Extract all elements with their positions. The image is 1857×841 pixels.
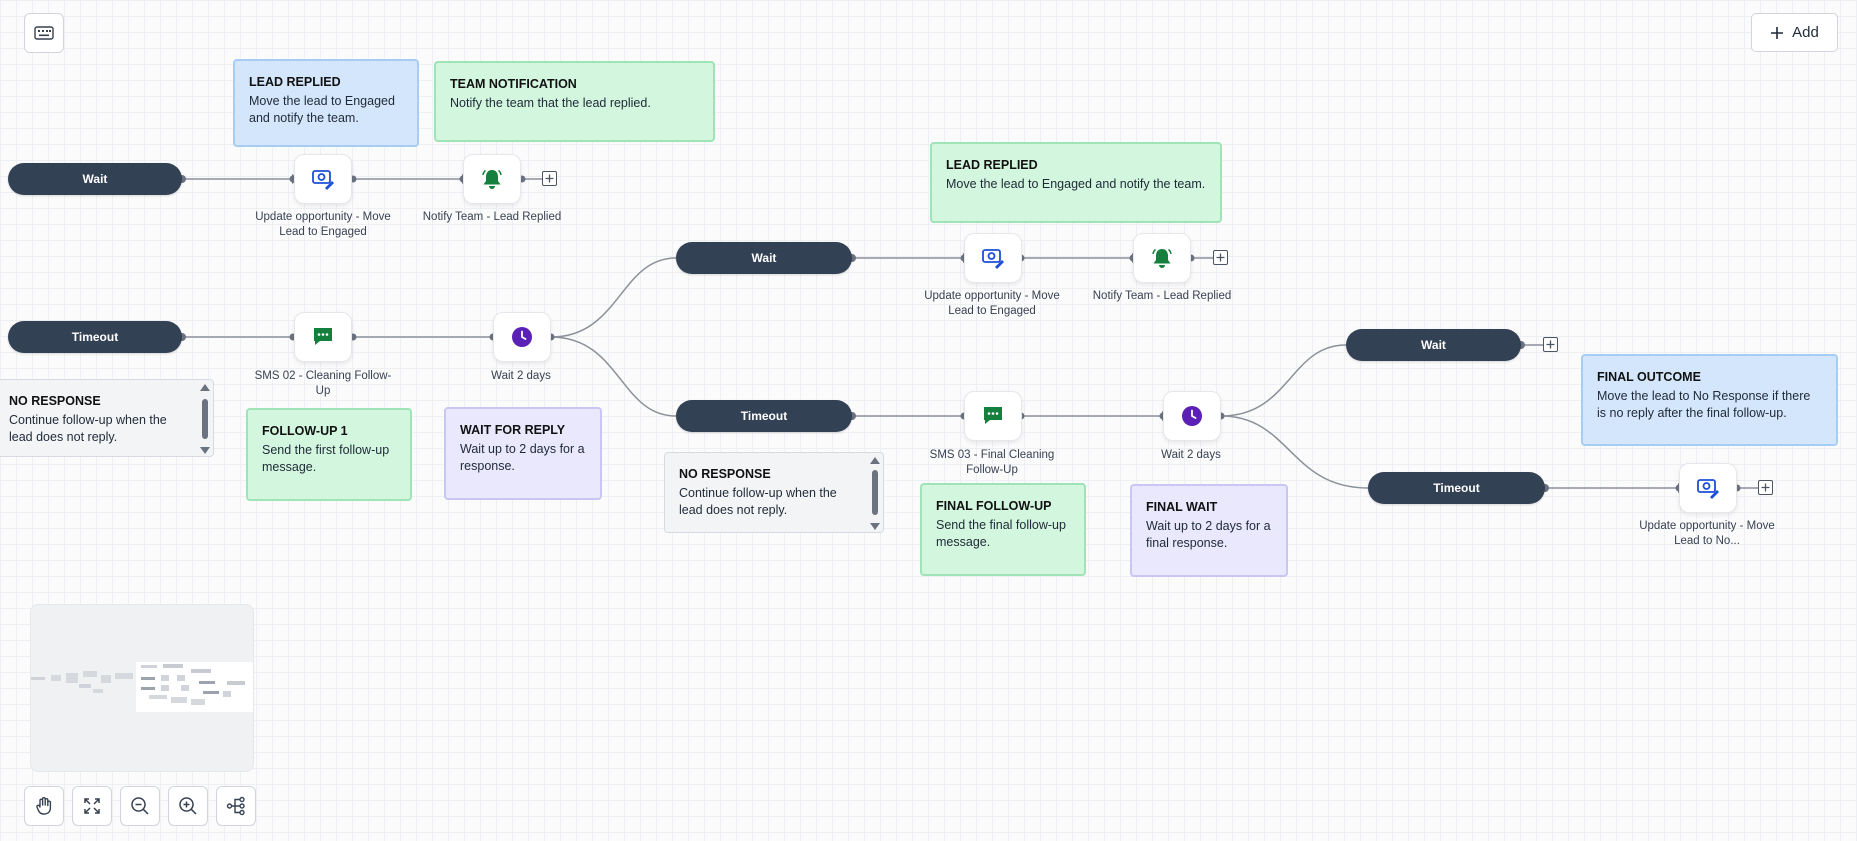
wait-node[interactable] — [1163, 391, 1221, 441]
node-label: Wait 2 days — [491, 370, 551, 382]
plus-icon — [545, 174, 554, 183]
node-label: Update opportunity - Move Lead to Engage… — [255, 211, 391, 238]
add-step-button[interactable] — [542, 171, 557, 186]
note-title: FINAL WAIT — [1146, 500, 1218, 514]
auto-layout-icon — [226, 796, 245, 816]
zoom-in-icon — [179, 797, 197, 815]
fit-view-button[interactable] — [72, 786, 112, 826]
add-button[interactable]: Add — [1751, 13, 1838, 52]
note-team-notification[interactable]: TEAM NOTIFICATION Notify the team that t… — [434, 61, 715, 142]
note-no-response-2[interactable]: NO RESPONSE Continue follow-up when the … — [664, 452, 884, 533]
sms-node[interactable] — [964, 391, 1022, 441]
node-label: Wait 2 days — [1161, 449, 1221, 461]
note-scrollbar[interactable] — [200, 384, 210, 454]
fit-view-icon — [84, 798, 100, 814]
note-body: Notify the team that the lead replied. — [450, 95, 651, 110]
note-title: WAIT FOR REPLY — [460, 423, 566, 437]
note-wait-for-reply[interactable]: WAIT FOR REPLY Wait up to 2 days for a r… — [444, 407, 602, 500]
note-title: NO RESPONSE — [679, 467, 771, 481]
branch-wait-pill[interactable]: Wait — [8, 163, 182, 195]
plus-icon — [1546, 340, 1555, 349]
branch-timeout-pill[interactable]: Timeout — [8, 321, 182, 353]
node-label: Update opportunity - Move Lead to Engage… — [924, 290, 1060, 317]
keyboard-shortcuts-button[interactable] — [24, 13, 64, 53]
note-follow-up-1[interactable]: FOLLOW-UP 1 Send the first follow-up mes… — [246, 408, 412, 501]
update-opportunity-node[interactable] — [1679, 463, 1737, 513]
note-title: LEAD REPLIED — [249, 75, 341, 89]
note-body: Move the lead to Engaged and notify the … — [249, 93, 395, 126]
node-label: SMS 03 - Final Cleaning Follow-Up — [929, 449, 1055, 476]
bell-icon — [482, 169, 502, 189]
clock-icon — [1182, 406, 1202, 426]
branch-wait-pill[interactable]: Wait — [676, 242, 852, 274]
note-body: Move the lead to Engaged and notify the … — [946, 176, 1206, 191]
wait-node[interactable] — [493, 312, 551, 362]
opportunity-icon — [312, 170, 334, 190]
update-opportunity-node[interactable] — [294, 154, 352, 204]
notify-team-node[interactable] — [1133, 233, 1191, 283]
keyboard-icon — [34, 26, 54, 40]
note-final-wait[interactable]: FINAL WAIT Wait up to 2 days for a final… — [1130, 484, 1288, 577]
note-title: NO RESPONSE — [9, 394, 101, 408]
minimap-preview — [31, 662, 253, 712]
note-title: TEAM NOTIFICATION — [450, 77, 577, 91]
note-body: Wait up to 2 days for a response. — [460, 441, 585, 474]
scroll-up-arrow[interactable] — [870, 457, 880, 464]
note-body: Continue follow-up when the lead does no… — [679, 485, 837, 518]
scroll-thumb[interactable] — [202, 399, 208, 439]
zoom-in-button[interactable] — [168, 786, 208, 826]
sms-node[interactable] — [294, 312, 352, 362]
node-label: Update opportunity - Move Lead to No... — [1639, 520, 1775, 547]
sms-icon — [314, 328, 332, 345]
branch-timeout-pill[interactable]: Timeout — [676, 400, 852, 432]
node-label: Notify Team - Lead Replied — [1092, 290, 1232, 302]
note-body: Wait up to 2 days for a final response. — [1146, 518, 1271, 551]
notify-team-node[interactable] — [463, 154, 521, 204]
add-step-button[interactable] — [1758, 480, 1773, 495]
add-step-button[interactable] — [1213, 250, 1228, 265]
auto-layout-button[interactable] — [216, 786, 256, 826]
note-body: Continue follow-up when the lead does no… — [9, 412, 167, 445]
note-title: LEAD REPLIED — [946, 158, 1038, 172]
add-button-label: Add — [1792, 24, 1819, 41]
opportunity-icon — [982, 249, 1004, 269]
scroll-up-arrow[interactable] — [200, 384, 210, 391]
workflow-canvas[interactable]: Add LEAD REPLIED Move the lead to Engage… — [0, 0, 1857, 841]
scroll-thumb[interactable] — [872, 470, 878, 515]
branch-wait-pill[interactable]: Wait — [1346, 329, 1521, 361]
plus-icon — [1761, 483, 1770, 492]
minimap[interactable] — [30, 604, 254, 772]
note-title: FINAL OUTCOME — [1597, 370, 1701, 384]
update-opportunity-node[interactable] — [964, 233, 1022, 283]
add-step-button[interactable] — [1543, 337, 1558, 352]
opportunity-icon — [1697, 479, 1719, 499]
clock-icon — [512, 327, 532, 347]
branch-timeout-pill[interactable]: Timeout — [1368, 472, 1545, 504]
note-title: FINAL FOLLOW-UP — [936, 499, 1052, 513]
note-title: FOLLOW-UP 1 — [262, 424, 348, 438]
hand-icon — [36, 797, 52, 815]
zoom-out-icon — [131, 797, 149, 815]
plus-icon — [1216, 253, 1225, 262]
node-label: Notify Team - Lead Replied — [422, 211, 562, 223]
note-scrollbar[interactable] — [870, 457, 880, 530]
plus-icon — [1771, 26, 1784, 39]
note-final-outcome[interactable]: FINAL OUTCOME Move the lead to No Respon… — [1581, 354, 1838, 446]
note-body: Send the first follow-up message. — [262, 442, 390, 475]
note-final-follow-up[interactable]: FINAL FOLLOW-UP Send the final follow-up… — [920, 483, 1086, 576]
scroll-down-arrow[interactable] — [870, 523, 880, 530]
note-body: Move the lead to No Response if there is… — [1597, 388, 1811, 421]
note-body: Send the final follow-up message. — [936, 517, 1066, 550]
node-label: SMS 02 - Cleaning Follow-Up — [254, 370, 392, 397]
pan-mode-button[interactable] — [24, 786, 64, 826]
zoom-out-button[interactable] — [120, 786, 160, 826]
note-lead-replied[interactable]: LEAD REPLIED Move the lead to Engaged an… — [233, 59, 419, 147]
sms-icon — [984, 407, 1002, 424]
bell-icon — [1152, 248, 1172, 268]
note-lead-replied-2[interactable]: LEAD REPLIED Move the lead to Engaged an… — [930, 142, 1222, 223]
scroll-down-arrow[interactable] — [200, 447, 210, 454]
note-no-response[interactable]: NO RESPONSE Continue follow-up when the … — [0, 379, 214, 457]
